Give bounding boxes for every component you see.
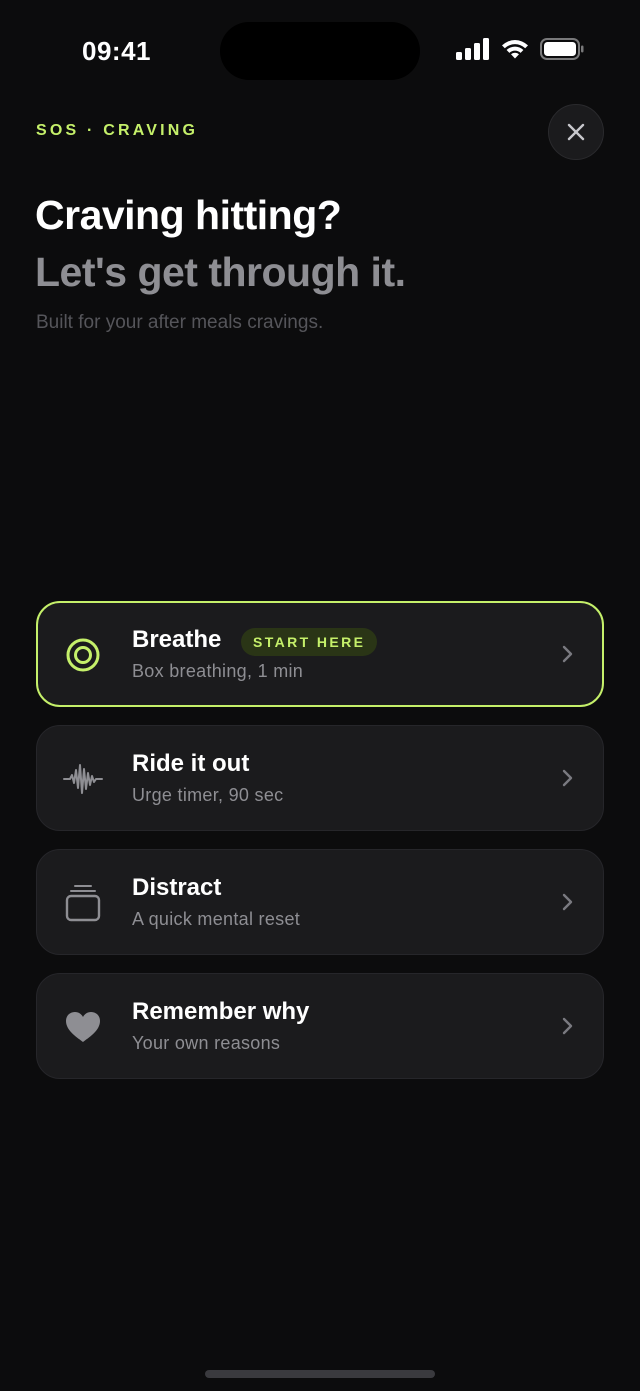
option-subtitle: A quick mental reset: [132, 909, 301, 929]
status-icons: [456, 38, 584, 60]
cellular-signal-icon: [456, 38, 489, 60]
home-indicator[interactable]: [205, 1370, 435, 1378]
close-icon: [567, 123, 585, 141]
option-subtitle: Your own reasons: [132, 1033, 281, 1053]
battery-icon: [540, 38, 584, 60]
breathe-target-icon: [63, 635, 103, 675]
waveform-icon: [63, 759, 103, 799]
page-title: Craving hitting?: [35, 192, 342, 238]
eyebrow-label: SOS · CRAVING: [36, 122, 199, 139]
start-here-badge: START HERE: [241, 628, 378, 656]
chevron-right-icon: [562, 645, 573, 663]
option-title: Ride it out: [132, 750, 250, 777]
option-remember-why[interactable]: Remember why Your own reasons: [36, 973, 604, 1079]
option-title: Distract: [132, 874, 222, 901]
option-subtitle: Box breathing, 1 min: [132, 661, 304, 681]
card-stack-icon: [63, 883, 103, 923]
wifi-icon: [502, 40, 528, 59]
chevron-right-icon: [562, 769, 573, 787]
option-distract[interactable]: Distract A quick mental reset: [36, 849, 604, 955]
close-button[interactable]: [548, 104, 604, 160]
option-title: Breathe: [132, 626, 222, 653]
option-ride-it-out[interactable]: Ride it out Urge timer, 90 sec: [36, 725, 604, 831]
option-subtitle: Urge timer, 90 sec: [132, 785, 284, 805]
status-time: 09:41: [82, 36, 151, 66]
heart-icon: [63, 1007, 103, 1047]
chevron-right-icon: [562, 893, 573, 911]
dynamic-island: [220, 22, 420, 80]
option-breathe[interactable]: Breathe START HERE Box breathing, 1 min: [36, 601, 604, 707]
chevron-right-icon: [562, 1017, 573, 1035]
option-title: Remember why: [132, 998, 310, 1025]
page-subtitle: Let's get through it.: [35, 249, 406, 295]
context-text: Built for your after meals cravings.: [36, 312, 324, 333]
